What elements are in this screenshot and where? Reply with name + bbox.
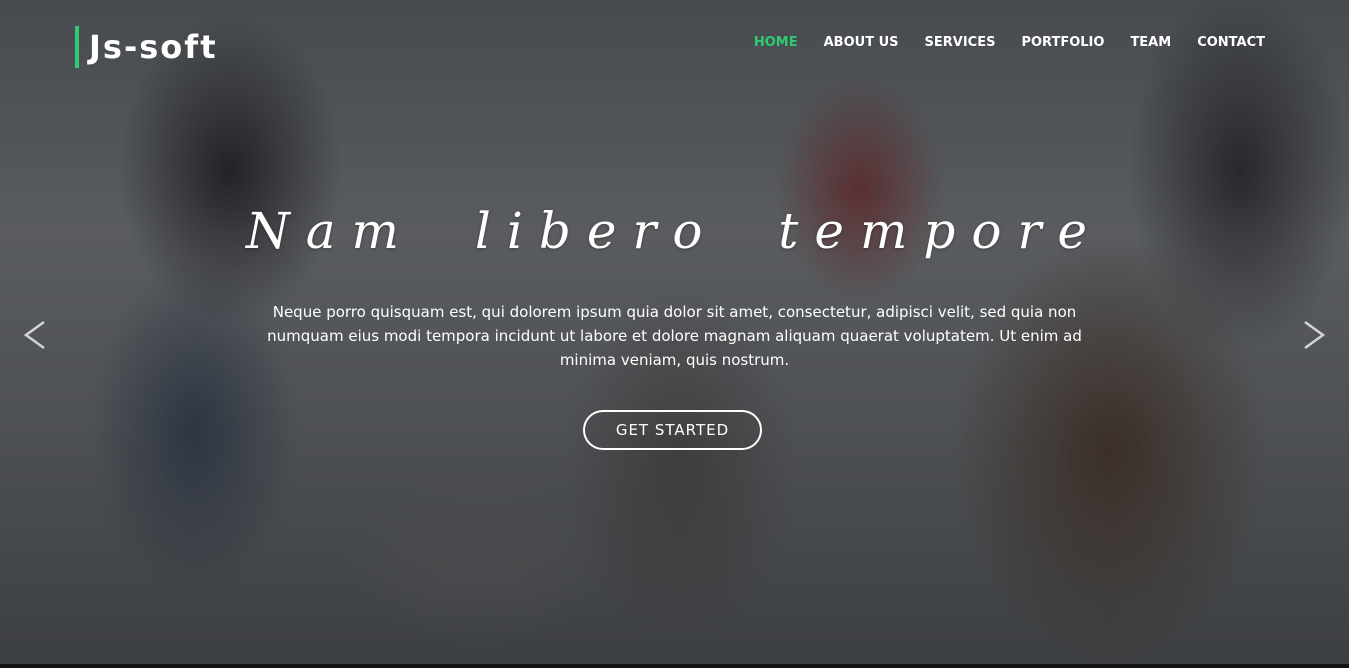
hero-headline: Nam libero tempore <box>245 202 1104 260</box>
nav-item-portfolio[interactable]: PORTFOLIO <box>1021 35 1104 51</box>
logo-accent-bar <box>75 26 79 68</box>
carousel-prev-button[interactable] <box>20 315 50 355</box>
chevron-right-icon <box>1299 315 1329 355</box>
hero-section: Js-soft HOME ABOUT US SERVICES PORTFOLIO… <box>0 0 1349 664</box>
carousel-next-button[interactable] <box>1299 315 1329 355</box>
nav-item-about-us[interactable]: ABOUT US <box>824 35 899 51</box>
brand-logo[interactable]: Js-soft <box>75 26 217 68</box>
logo-text: Js-soft <box>89 28 218 66</box>
main-nav: HOME ABOUT US SERVICES PORTFOLIO TEAM CO… <box>728 35 1265 51</box>
nav-item-home[interactable]: HOME <box>754 35 798 51</box>
nav-item-contact[interactable]: CONTACT <box>1197 35 1265 51</box>
get-started-button[interactable]: GET STARTED <box>583 410 762 450</box>
chevron-left-icon <box>20 315 50 355</box>
page-bottom-edge <box>0 664 1349 668</box>
hero-description: Neque porro quisquam est, qui dolorem ip… <box>267 303 1082 369</box>
nav-item-services[interactable]: SERVICES <box>925 35 996 51</box>
nav-item-team[interactable]: TEAM <box>1130 35 1171 51</box>
